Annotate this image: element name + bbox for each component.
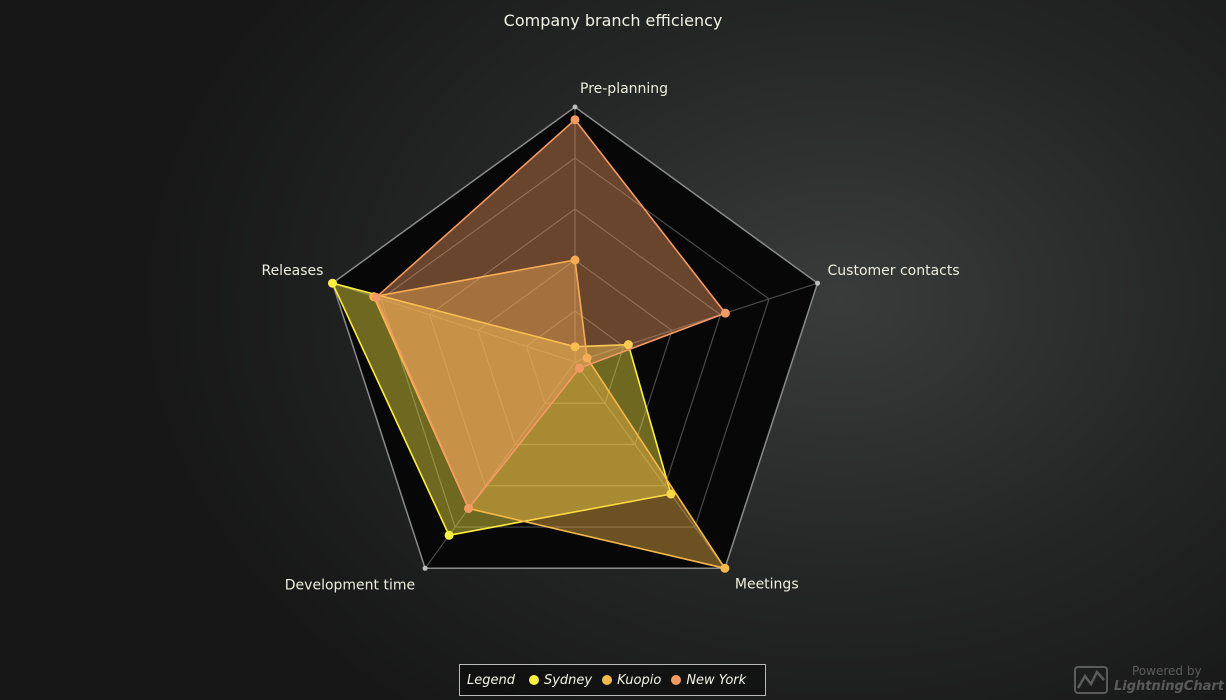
legend-label-kuopio: Kuopio [617, 672, 662, 688]
watermark-line-2: LightningChart [1114, 679, 1224, 694]
axis-label-development-time: Development time [285, 577, 415, 593]
lightningchart-logo-icon [1074, 666, 1108, 694]
legend-marker-kuopio [602, 675, 613, 685]
axis-end-tick-development-time [422, 565, 428, 571]
lightningchart-watermark: Powered by LightningChart [1072, 662, 1224, 698]
legend-box: Legend Sydney Kuopio New York [459, 664, 766, 696]
axis-label-releases: Releases [261, 263, 323, 279]
legend-marker-sydney [528, 675, 539, 685]
axis-end-tick-pre-planning [572, 104, 578, 110]
legend-label-new-york: New York [686, 672, 747, 688]
data-point-kuopio-meetings [720, 563, 730, 573]
data-point-new-york-pre-planning [570, 115, 580, 125]
data-point-new-york-releases [371, 292, 381, 302]
axis-end-tick-customer-contacts [815, 280, 821, 286]
watermark-line-1: Powered by [1132, 664, 1202, 678]
data-point-new-york-customer-contacts [720, 308, 730, 318]
data-point-sydney-development-time [444, 530, 454, 540]
data-point-new-york-meetings [574, 363, 584, 373]
data-point-sydney-releases [327, 278, 337, 288]
legend-entry-sydney[interactable]: Sydney [528, 672, 593, 688]
chart-stage: Company branch efficiency Pre-planning Cu… [0, 0, 1226, 700]
radar-chart: Pre-planning Customer contacts Meetings Dev… [261, 81, 960, 593]
legend-entry-new-york[interactable]: New York [671, 673, 746, 688]
legend-title: Legend [467, 672, 515, 688]
axis-label-meetings: Meetings [735, 576, 799, 592]
legend-entry-kuopio[interactable]: Kuopio [602, 673, 661, 688]
legend-label-sydney: Sydney [543, 672, 593, 688]
legend-marker-new-york [671, 675, 682, 685]
axis-label-pre-planning: Pre-planning [580, 81, 668, 97]
axis-label-customer-contacts: Customer contacts [828, 263, 960, 279]
data-point-new-york-development-time [464, 503, 474, 513]
